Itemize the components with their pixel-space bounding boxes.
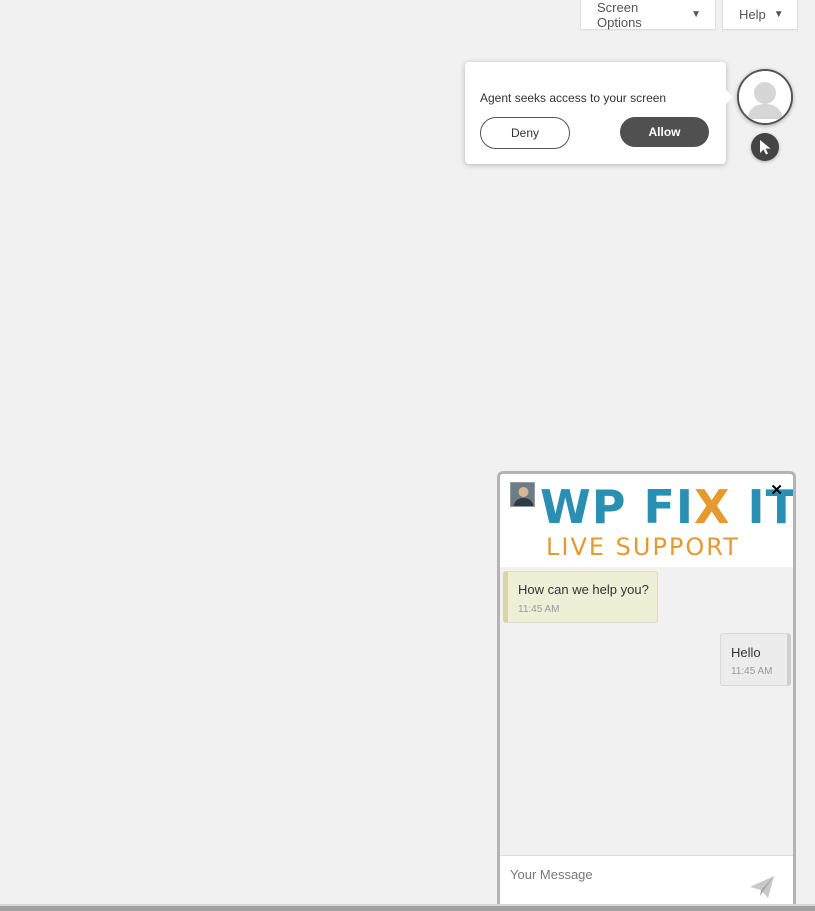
screen-share-request: Agent seeks access to your screen Deny A… (465, 62, 733, 164)
chat-widget: WP FIX IT LIVE SUPPORT ✕ How can we help… (497, 471, 796, 911)
screen-share-prompt: Agent seeks access to your screen (480, 91, 667, 105)
remote-pointer-button[interactable] (751, 133, 779, 161)
screen-options-label: Screen Options (597, 0, 642, 30)
mouse-pointer-icon (760, 140, 771, 155)
close-icon[interactable]: ✕ (770, 483, 783, 498)
deny-button[interactable]: Deny (480, 117, 570, 149)
message-input[interactable] (510, 864, 740, 884)
agent-avatar (737, 69, 793, 125)
send-icon (750, 876, 774, 898)
chevron-down-icon: ▼ (773, 9, 784, 20)
send-button[interactable] (748, 874, 776, 900)
user-message: Hello 11:45 AM (720, 633, 791, 686)
user-avatar-icon (739, 71, 791, 123)
agent-thumbnail (510, 482, 535, 507)
message-time: 11:45 AM (731, 666, 773, 677)
help-label: Help (739, 7, 766, 22)
bottom-bar (0, 904, 815, 911)
allow-button[interactable]: Allow (620, 117, 709, 147)
message-time: 11:45 AM (518, 604, 560, 615)
message-text: Hello (731, 645, 761, 660)
brand-logo-subtitle: LIVE SUPPORT (546, 533, 740, 561)
message-text: How can we help you? (518, 582, 649, 597)
brand-logo-title: WP FIX IT (540, 480, 796, 534)
message-composer (500, 855, 793, 911)
screen-options-tab[interactable]: Screen Options ▼ (580, 0, 716, 30)
agent-message: How can we help you? 11:45 AM (503, 571, 658, 623)
chevron-down-icon: ▼ (691, 9, 701, 20)
help-tab[interactable]: Help ▼ (722, 0, 798, 30)
chat-header: WP FIX IT LIVE SUPPORT ✕ (500, 474, 793, 567)
